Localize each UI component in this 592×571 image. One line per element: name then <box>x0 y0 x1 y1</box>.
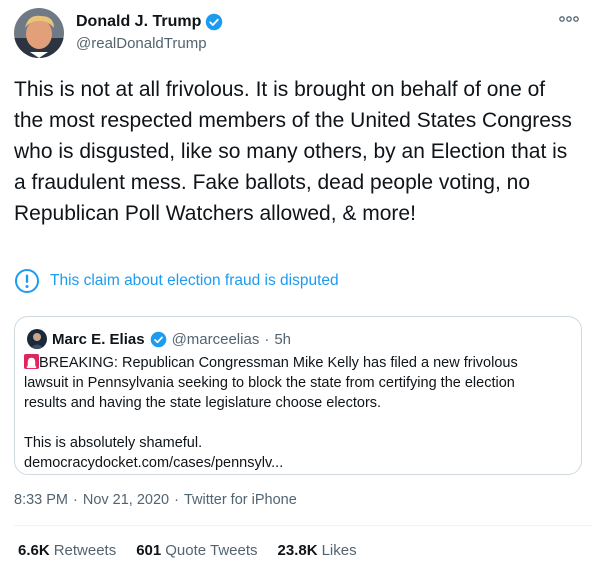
siren-icon <box>24 354 39 369</box>
quoted-text-line2: lawsuit in Pennsylvania seeking to block… <box>24 375 515 391</box>
verified-badge-icon <box>206 13 223 31</box>
quoted-tweet-time[interactable]: 5h <box>274 331 291 348</box>
quoted-author-handle[interactable]: @marceelias <box>172 331 260 348</box>
timestamp-date[interactable]: Nov 21, 2020 <box>83 492 169 508</box>
tweet-text: This is not at all frivolous. It is brou… <box>14 78 572 225</box>
author-handle[interactable]: @realDonaldTrump <box>76 35 223 52</box>
engagement-stats: 6.6K Retweets 601 Quote Tweets 23.8K Lik… <box>18 542 357 559</box>
tweet-source[interactable]: Twitter for iPhone <box>184 492 297 508</box>
tweet-metadata: 8:33 PM · Nov 21, 2020 · Twitter for iPh… <box>14 492 297 508</box>
retweets-stat[interactable]: 6.6K Retweets <box>18 542 116 559</box>
author-info: Donald J. Trump @realDonaldTrump <box>76 12 223 52</box>
separator-dot: · <box>174 492 179 508</box>
more-options-icon[interactable] <box>558 12 580 26</box>
quote-tweets-count: 601 <box>136 542 162 559</box>
retweets-label: Retweets <box>53 542 117 559</box>
author-name[interactable]: Donald J. Trump <box>76 13 201 31</box>
separator-dot: · <box>264 330 270 348</box>
author-avatar[interactable] <box>14 8 64 58</box>
verified-badge-icon <box>150 331 166 347</box>
quoted-tweet[interactable]: Marc E. Elias @marceelias · 5h BREAKING:… <box>14 316 582 475</box>
quoted-author-avatar[interactable] <box>27 329 47 349</box>
retweets-count: 6.6K <box>18 542 50 559</box>
quoted-link[interactable]: democracydocket.com/cases/pennsylv... <box>24 453 569 473</box>
likes-stat[interactable]: 23.8K Likes <box>278 542 357 559</box>
quoted-text-line3: results and having the state legislature… <box>24 395 382 411</box>
disputed-claim-notice[interactable]: This claim about election fraud is dispu… <box>14 268 339 294</box>
quoted-tweet-body: BREAKING: Republican Congressman Mike Ke… <box>24 353 569 473</box>
likes-label: Likes <box>321 542 357 559</box>
notice-text[interactable]: This claim about election fraud is dispu… <box>50 272 339 290</box>
likes-count: 23.8K <box>277 542 318 559</box>
quote-tweets-label: Quote Tweets <box>165 542 258 559</box>
quoted-author-name[interactable]: Marc E. Elias <box>52 331 145 348</box>
quote-tweets-stat[interactable]: 601 Quote Tweets <box>136 542 257 559</box>
divider <box>14 525 592 526</box>
quoted-text-line4: This is absolutely shameful. <box>24 435 203 451</box>
timestamp-time[interactable]: 8:33 PM <box>14 492 68 508</box>
quoted-text-line1: BREAKING: Republican Congressman Mike Ke… <box>39 355 518 371</box>
info-circle-icon <box>15 269 39 293</box>
separator-dot: · <box>73 492 78 508</box>
quoted-text-line: BREAKING: Republican Congressman Mike Ke… <box>24 353 569 373</box>
quoted-tweet-header: Marc E. Elias @marceelias · 5h <box>27 329 291 349</box>
